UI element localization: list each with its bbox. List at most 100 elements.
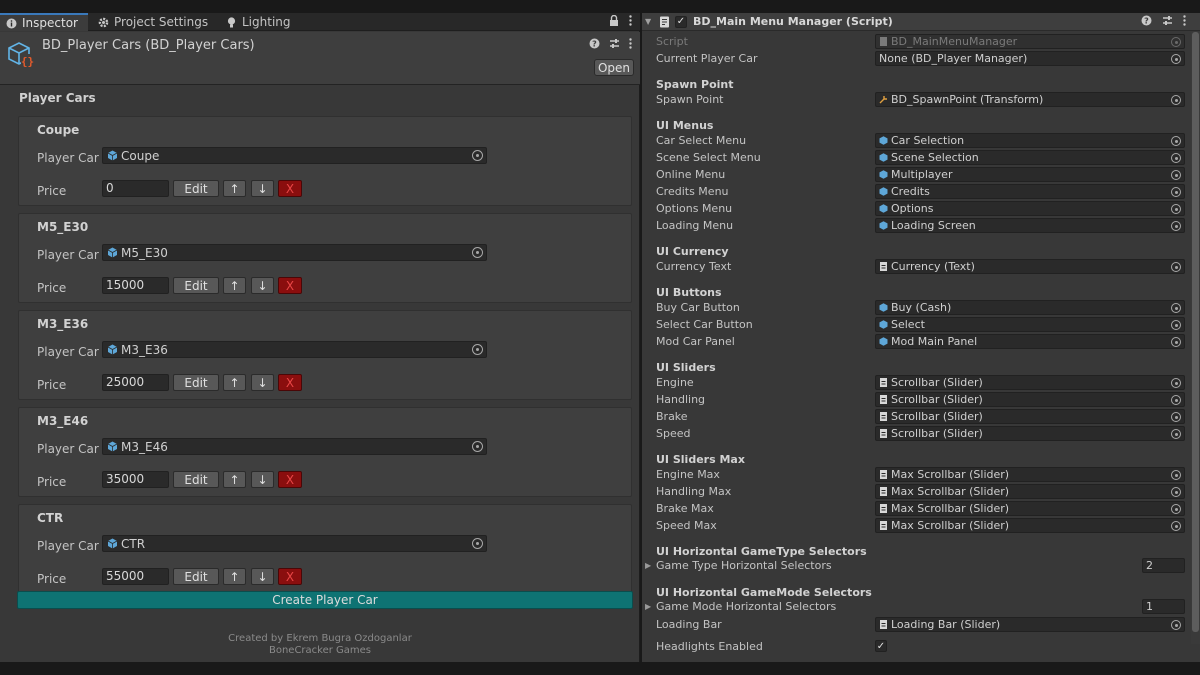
- object-picker-icon[interactable]: [1171, 337, 1181, 347]
- object-picker-icon[interactable]: [1171, 136, 1181, 146]
- price-input[interactable]: 55000: [102, 568, 169, 585]
- player-car-field[interactable]: Coupe: [102, 147, 487, 164]
- move-down-button[interactable]: ↓: [251, 568, 274, 585]
- help-icon[interactable]: ?: [1141, 15, 1152, 29]
- move-up-button[interactable]: ↑: [223, 471, 246, 488]
- options-menu-field[interactable]: Options: [875, 201, 1185, 216]
- move-up-button[interactable]: ↑: [223, 277, 246, 294]
- object-picker-icon[interactable]: [1171, 187, 1181, 197]
- object-picker-icon[interactable]: [472, 538, 483, 549]
- brake-slider-field[interactable]: Scrollbar (Slider): [875, 409, 1185, 424]
- price-input[interactable]: 35000: [102, 471, 169, 488]
- object-picker-icon[interactable]: [1171, 153, 1181, 163]
- open-button[interactable]: Open: [594, 59, 634, 76]
- engine-slider-field[interactable]: Scrollbar (Slider): [875, 375, 1185, 390]
- buy-car-button-field[interactable]: Buy (Cash): [875, 300, 1185, 315]
- foldout-arrow-icon[interactable]: ▶: [645, 602, 651, 611]
- price-input[interactable]: 0: [102, 180, 169, 197]
- object-picker-icon[interactable]: [472, 247, 483, 258]
- kebab-menu-icon[interactable]: [629, 38, 632, 52]
- object-picker-icon[interactable]: [1171, 170, 1181, 180]
- edit-button[interactable]: Edit: [173, 471, 219, 488]
- move-up-button[interactable]: ↑: [223, 180, 246, 197]
- loading-menu-field[interactable]: Loading Screen: [875, 218, 1185, 233]
- engine-max-field[interactable]: Max Scrollbar (Slider): [875, 467, 1185, 482]
- gamemode-selectors-label[interactable]: Game Mode Horizontal Selectors: [656, 600, 836, 613]
- object-picker-icon[interactable]: [1171, 521, 1181, 531]
- player-car-field[interactable]: M3_E36: [102, 341, 487, 358]
- object-picker-icon[interactable]: [1171, 470, 1181, 480]
- preset-icon[interactable]: [1162, 15, 1173, 29]
- kebab-menu-icon[interactable]: [1183, 15, 1186, 29]
- online-menu-field[interactable]: Multiplayer: [875, 167, 1185, 182]
- object-picker-icon[interactable]: [1171, 412, 1181, 422]
- credits-menu-field[interactable]: Credits: [875, 184, 1185, 199]
- object-picker-icon[interactable]: [1171, 320, 1181, 330]
- edit-button[interactable]: Edit: [173, 374, 219, 391]
- spawn-point-field[interactable]: BD_SpawnPoint (Transform): [875, 92, 1185, 107]
- lock-icon[interactable]: [609, 14, 619, 29]
- help-icon[interactable]: ?: [589, 38, 600, 52]
- tab-lighting[interactable]: Lighting: [220, 13, 297, 31]
- scene-select-menu-field[interactable]: Scene Selection: [875, 150, 1185, 165]
- move-down-button[interactable]: ↓: [251, 374, 274, 391]
- move-up-button[interactable]: ↑: [223, 374, 246, 391]
- select-car-button-field[interactable]: Select: [875, 317, 1185, 332]
- tab-inspector[interactable]: Inspector: [0, 13, 88, 31]
- remove-button[interactable]: X: [278, 568, 302, 585]
- inspector-scrollbar[interactable]: [1191, 32, 1200, 644]
- handling-slider-field[interactable]: Scrollbar (Slider): [875, 392, 1185, 407]
- object-picker-icon[interactable]: [1171, 378, 1181, 388]
- remove-button[interactable]: X: [278, 277, 302, 294]
- foldout-arrow-icon[interactable]: ▶: [645, 561, 651, 570]
- edit-button[interactable]: Edit: [173, 568, 219, 585]
- brake-max-field[interactable]: Max Scrollbar (Slider): [875, 501, 1185, 516]
- player-car-field[interactable]: M3_E46: [102, 438, 487, 455]
- object-picker-icon[interactable]: [1171, 54, 1181, 64]
- scrollbar-thumb[interactable]: [1192, 32, 1199, 632]
- foldout-arrow-icon[interactable]: ▼: [645, 17, 655, 26]
- object-picker-icon[interactable]: [1171, 429, 1181, 439]
- component-enabled-checkbox[interactable]: ✓: [675, 15, 687, 28]
- object-picker-icon[interactable]: [1171, 221, 1181, 231]
- object-picker-icon[interactable]: [1171, 487, 1181, 497]
- player-car-field[interactable]: M5_E30: [102, 244, 487, 261]
- move-down-button[interactable]: ↓: [251, 180, 274, 197]
- move-up-button[interactable]: ↑: [223, 568, 246, 585]
- remove-button[interactable]: X: [278, 180, 302, 197]
- object-picker-icon[interactable]: [1171, 262, 1181, 272]
- edit-button[interactable]: Edit: [173, 180, 219, 197]
- move-down-button[interactable]: ↓: [251, 471, 274, 488]
- mod-car-panel-field[interactable]: Mod Main Panel: [875, 334, 1185, 349]
- gamemode-selectors-count[interactable]: 1: [1142, 599, 1185, 614]
- move-down-button[interactable]: ↓: [251, 277, 274, 294]
- object-picker-icon[interactable]: [1171, 95, 1181, 105]
- preset-icon[interactable]: [609, 38, 620, 52]
- gametype-selectors-count[interactable]: 2: [1142, 558, 1185, 573]
- object-picker-icon[interactable]: [1171, 204, 1181, 214]
- price-input[interactable]: 15000: [102, 277, 169, 294]
- gametype-selectors-label[interactable]: Game Type Horizontal Selectors: [656, 559, 832, 572]
- loading-bar-field[interactable]: Loading Bar (Slider): [875, 617, 1185, 632]
- speed-max-field[interactable]: Max Scrollbar (Slider): [875, 518, 1185, 533]
- create-player-car-button[interactable]: Create Player Car: [17, 591, 633, 609]
- handling-max-field[interactable]: Max Scrollbar (Slider): [875, 484, 1185, 499]
- kebab-menu-icon[interactable]: [629, 15, 632, 29]
- object-picker-icon[interactable]: [1171, 395, 1181, 405]
- remove-button[interactable]: X: [278, 374, 302, 391]
- headlights-enabled-checkbox[interactable]: ✓: [875, 640, 887, 652]
- tab-project-settings[interactable]: Project Settings: [92, 13, 214, 31]
- price-input[interactable]: 25000: [102, 374, 169, 391]
- player-car-field[interactable]: CTR: [102, 535, 487, 552]
- speed-slider-field[interactable]: Scrollbar (Slider): [875, 426, 1185, 441]
- car-select-menu-field[interactable]: Car Selection: [875, 133, 1185, 148]
- currency-text-field[interactable]: Currency (Text): [875, 259, 1185, 274]
- object-picker-icon[interactable]: [1171, 303, 1181, 313]
- object-picker-icon[interactable]: [472, 344, 483, 355]
- object-picker-icon[interactable]: [472, 441, 483, 452]
- remove-button[interactable]: X: [278, 471, 302, 488]
- object-picker-icon[interactable]: [1171, 620, 1181, 630]
- edit-button[interactable]: Edit: [173, 277, 219, 294]
- current-player-car-field[interactable]: None (BD_Player Manager): [875, 51, 1185, 66]
- object-picker-icon[interactable]: [472, 150, 483, 161]
